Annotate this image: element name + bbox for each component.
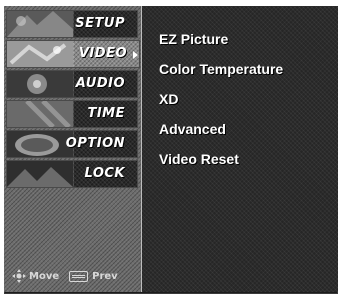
selected-arrow-icon xyxy=(133,51,138,59)
sidebar-item-label: OPTION xyxy=(65,136,125,151)
sidebar: SETUP VIDEO AUDIO TIME OPTION LOCK Move … xyxy=(4,6,142,292)
sidebar-item-label: TIME xyxy=(87,106,125,121)
sidebar-item-label: VIDEO xyxy=(78,46,127,61)
menu-item-advanced[interactable]: Advanced xyxy=(159,121,226,137)
menu-item-xd[interactable]: XD xyxy=(159,91,178,107)
move-hint: Move xyxy=(12,269,59,283)
prev-label: Prev xyxy=(92,270,118,282)
sidebar-item-label: AUDIO xyxy=(75,76,125,91)
sidebar-item-time[interactable]: TIME xyxy=(6,100,138,128)
help-footer: Move Prev xyxy=(12,268,128,284)
time-thumbnail-icon xyxy=(7,101,74,127)
sidebar-item-option[interactable]: OPTION xyxy=(6,130,138,158)
menu-item-video-reset[interactable]: Video Reset xyxy=(159,151,239,167)
menu-item-color-temperature[interactable]: Color Temperature xyxy=(159,61,283,77)
video-thumbnail-icon xyxy=(7,41,74,67)
sidebar-item-video[interactable]: VIDEO xyxy=(6,40,140,68)
menu-button-icon xyxy=(69,270,89,282)
menu-item-ez-picture[interactable]: EZ Picture xyxy=(159,31,228,47)
sidebar-item-label: LOCK xyxy=(84,166,125,181)
sidebar-item-label: SETUP xyxy=(75,16,125,31)
setup-thumbnail-icon xyxy=(7,11,74,37)
lock-thumbnail-icon xyxy=(7,161,74,187)
prev-hint: Prev xyxy=(69,270,118,282)
sidebar-item-audio[interactable]: AUDIO xyxy=(6,70,138,98)
audio-thumbnail-icon xyxy=(7,71,74,97)
navigation-pad-icon xyxy=(12,269,26,283)
move-label: Move xyxy=(29,270,60,282)
sidebar-item-lock[interactable]: LOCK xyxy=(6,160,138,188)
video-submenu-panel: EZ Picture Color Temperature XD Advanced… xyxy=(142,6,338,292)
option-thumbnail-icon xyxy=(7,131,74,157)
sidebar-item-setup[interactable]: SETUP xyxy=(6,10,138,38)
